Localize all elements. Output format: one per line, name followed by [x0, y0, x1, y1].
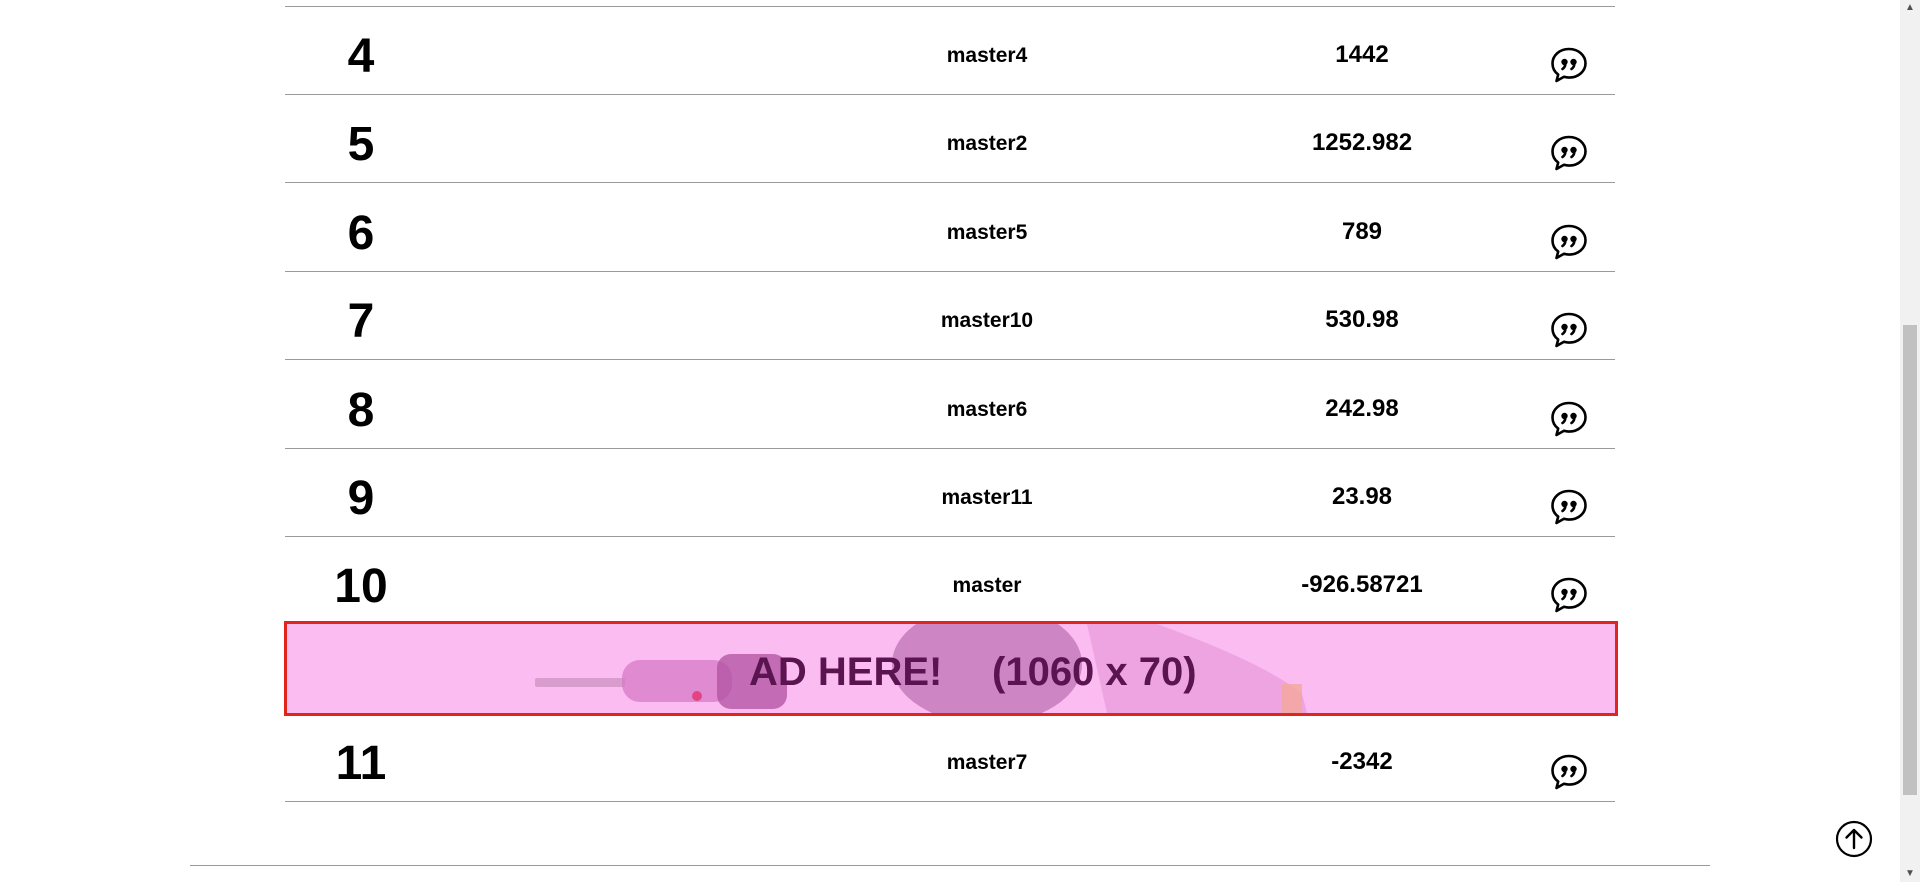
comment-icon[interactable] — [1549, 133, 1589, 173]
player-name: master4 — [946, 44, 1028, 67]
comment-icon[interactable] — [1549, 399, 1589, 439]
comment-icon[interactable] — [1549, 45, 1589, 85]
rank-number: 8 — [347, 384, 375, 437]
player-score: 242.98 — [1325, 395, 1399, 422]
player-score: -2342 — [1331, 748, 1393, 775]
scroll-up-arrow[interactable]: ▲ — [1900, 0, 1920, 16]
rank-number: 7 — [347, 295, 375, 348]
rank-number: 11 — [335, 737, 387, 790]
ad-banner[interactable]: AD HERE! (1060 x 70) — [284, 621, 1618, 716]
ad-label: AD HERE! — [749, 650, 943, 694]
player-name: master5 — [946, 221, 1028, 244]
player-name: master6 — [946, 398, 1028, 421]
ad-size-label: (1060 x 70) — [992, 650, 1197, 694]
player-score: -926.58721 — [1301, 571, 1423, 598]
ranking-row: 8 master6 242.98 — [285, 361, 1615, 449]
vertical-scrollbar[interactable]: ▲ ▼ — [1900, 0, 1920, 882]
ranking-row: 6 master5 789 — [285, 184, 1615, 272]
comment-icon[interactable] — [1549, 222, 1589, 262]
player-name: master — [952, 574, 1022, 597]
rank-number: 6 — [347, 207, 375, 260]
player-score: 1442 — [1335, 41, 1389, 68]
player-name: master11 — [941, 486, 1033, 509]
ranking-row: 9 master11 23.98 — [285, 449, 1615, 537]
ad-product-image — [535, 624, 1307, 713]
player-score: 530.98 — [1325, 306, 1399, 333]
ranking-row: 5 master2 1252.982 — [285, 95, 1615, 183]
arrow-up-circle-icon — [1835, 820, 1873, 858]
comment-icon[interactable] — [1549, 310, 1589, 350]
rank-number: 10 — [334, 560, 388, 613]
ranking-row: 10 master -926.58721 — [285, 537, 1615, 625]
comment-icon[interactable] — [1549, 752, 1589, 792]
player-name: master7 — [946, 751, 1028, 774]
comment-icon[interactable] — [1549, 575, 1589, 615]
player-name: master2 — [946, 132, 1028, 155]
back-to-top-button[interactable] — [1835, 820, 1873, 858]
rank-number: 9 — [347, 472, 375, 525]
player-score: 23.98 — [1331, 483, 1393, 510]
ranking-row: 7 master10 530.98 — [285, 272, 1615, 360]
ranking-row: 11 master7 -2342 — [285, 714, 1615, 802]
player-score: 789 — [1341, 218, 1383, 245]
player-score: 1252.982 — [1311, 129, 1413, 156]
scrollbar-thumb[interactable] — [1903, 325, 1917, 795]
ranking-row: 4 master4 1442 — [285, 7, 1615, 95]
player-name: master10 — [940, 309, 1034, 332]
rank-number: 4 — [347, 30, 375, 83]
footer-divider — [190, 865, 1710, 866]
comment-icon[interactable] — [1549, 487, 1589, 527]
rank-number: 5 — [347, 118, 375, 171]
scroll-down-arrow[interactable]: ▼ — [1900, 866, 1920, 882]
page-viewport: 4 master4 1442 5 master2 1252.982 6 mast… — [0, 0, 1920, 882]
